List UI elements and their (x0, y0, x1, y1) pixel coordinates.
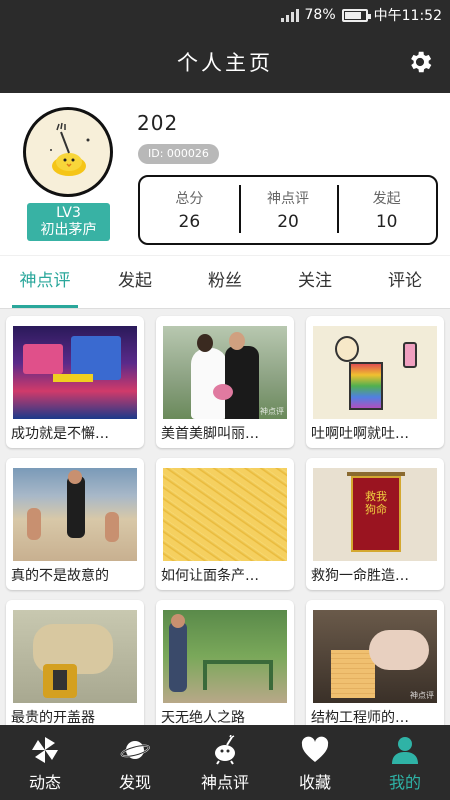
post-card[interactable]: 神点评 美首美脚叫丽… (156, 316, 294, 448)
post-caption: 救狗一命胜造… (311, 568, 409, 584)
stat-value: 10 (375, 212, 398, 232)
profile-tabs: 神点评 发起 粉丝 关注 评论 (0, 256, 450, 309)
tab-following[interactable]: 关注 (270, 256, 360, 308)
tab-initiated[interactable]: 发起 (90, 256, 180, 308)
post-thumbnail (13, 468, 137, 561)
chick-avatar-icon (50, 122, 90, 176)
post-thumbnail (163, 468, 287, 561)
stat-value: 20 (277, 212, 299, 232)
stat-initiated[interactable]: 发起 10 (337, 185, 436, 233)
stat-comments[interactable]: 神点评 20 (238, 185, 338, 233)
nav-god-comments[interactable]: 神点评 (180, 725, 270, 800)
nav-label: 神点评 (200, 773, 249, 792)
nav-label: 收藏 (298, 773, 331, 792)
battery-percent: 78% (304, 7, 336, 23)
level-name: 初出茅庐 (40, 222, 97, 238)
avatar[interactable] (23, 107, 113, 197)
post-thumbnail: 救我狗命 (313, 468, 437, 561)
stats-panel: 总分 26 神点评 20 发起 10 (138, 175, 438, 245)
stat-total-score[interactable]: 总分 26 (140, 188, 239, 232)
watermark: 神点评 (260, 407, 284, 416)
tab-reviews[interactable]: 评论 (360, 256, 450, 308)
nav-me[interactable]: 我的 (360, 725, 450, 800)
username: 202 (137, 111, 179, 135)
post-card[interactable]: 真的不是故意的 (6, 458, 144, 590)
battery-icon (341, 8, 371, 22)
gear-icon[interactable] (406, 48, 434, 76)
post-card[interactable]: 成功就是不懈… (6, 316, 144, 448)
stat-label: 神点评 (267, 191, 309, 207)
pinwheel-icon (32, 737, 58, 763)
post-thumbnail (163, 610, 287, 703)
nav-label: 动态 (28, 773, 61, 792)
bottom-nav: 动态 发现 神点评 收藏 我的 (0, 725, 450, 800)
post-caption: 真的不是故意的 (11, 568, 109, 584)
stat-label: 发起 (372, 191, 401, 207)
page-title: 个人主页 (177, 50, 273, 75)
header: 个人主页 (0, 30, 450, 93)
post-caption: 结构工程师的… (311, 710, 409, 725)
clock: 中午11:52 (373, 8, 442, 24)
post-caption: 天无绝人之路 (161, 710, 245, 725)
user-id-badge: ID: 000026 (138, 144, 219, 164)
profile-section: LV3 初出茅庐 202 ID: 000026 总分 26 神点评 20 发起 … (0, 93, 450, 255)
post-thumbnail (13, 326, 137, 419)
post-caption: 吐啊吐啊就吐… (311, 426, 409, 442)
post-card[interactable]: 吐啊吐啊就吐… (306, 316, 444, 448)
post-caption: 如何让面条产… (161, 568, 259, 584)
post-card[interactable]: 最贵的开盖器 (6, 600, 144, 725)
signal-icon (280, 8, 299, 22)
nav-favorites[interactable]: 收藏 (270, 725, 360, 800)
tab-fans[interactable]: 粉丝 (180, 256, 270, 308)
planet-icon (120, 741, 150, 759)
post-card[interactable]: 如何让面条产… (156, 458, 294, 590)
bird-icon (215, 735, 235, 765)
nav-feed[interactable]: 动态 (0, 725, 90, 800)
post-thumbnail: 神点评 (163, 326, 287, 419)
heart-icon (301, 736, 329, 762)
nav-label: 我的 (388, 773, 421, 792)
stat-label: 总分 (175, 191, 204, 207)
tab-comments[interactable]: 神点评 (0, 256, 90, 308)
person-icon (392, 737, 418, 764)
post-caption: 美首美脚叫丽… (161, 426, 259, 442)
nav-label: 发现 (118, 773, 151, 792)
post-card[interactable]: 救我狗命 救狗一命胜造… (306, 458, 444, 590)
content-grid: 成功就是不懈… 神点评 美首美脚叫丽… 吐啊吐啊就吐… 真的不是故意的 如何让面… (0, 309, 450, 725)
status-bar: 78% 中午11:52 (0, 0, 450, 30)
level-value: LV3 (56, 205, 81, 221)
post-card[interactable]: 天无绝人之路 (156, 600, 294, 725)
post-card[interactable]: 神点评 结构工程师的… (306, 600, 444, 725)
watermark: 神点评 (410, 691, 434, 700)
post-caption: 成功就是不懈… (11, 426, 109, 442)
nav-discover[interactable]: 发现 (90, 725, 180, 800)
post-thumbnail (313, 326, 437, 419)
post-thumbnail (13, 610, 137, 703)
post-thumbnail: 神点评 (313, 610, 437, 703)
post-caption: 最贵的开盖器 (11, 710, 95, 725)
level-badge: LV3 初出茅庐 (27, 203, 110, 241)
stat-value: 26 (178, 212, 201, 232)
